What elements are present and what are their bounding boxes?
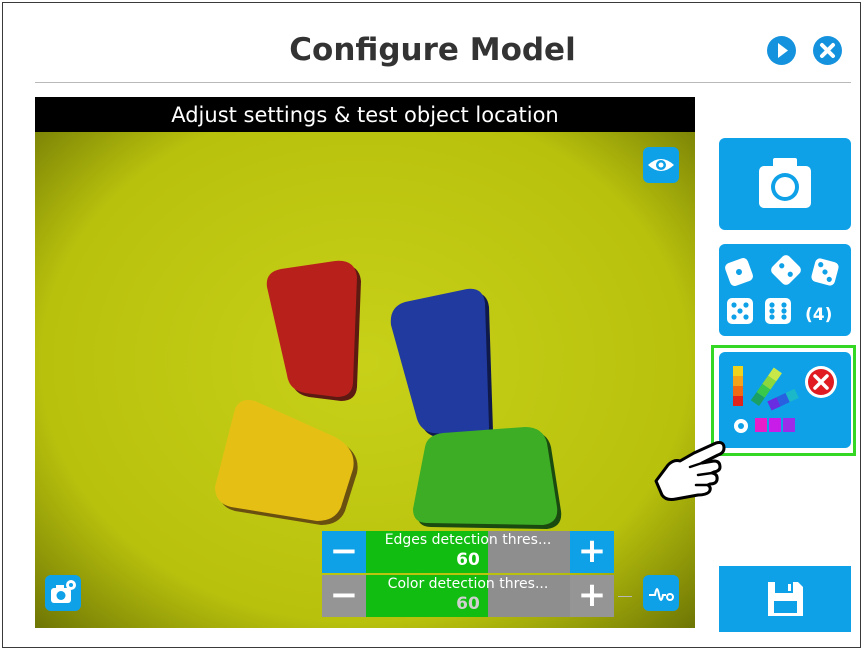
camera-view[interactable]: Adjust settings & test object location −…: [35, 97, 695, 628]
color-plus-button[interactable]: +: [570, 575, 614, 617]
signal-button[interactable]: [643, 575, 679, 611]
multi-object-button[interactable]: (4): [719, 244, 851, 336]
color-threshold-track[interactable]: Color detection thres... 60: [366, 575, 570, 617]
floppy-disk-icon: [768, 582, 803, 616]
view-caption: Adjust settings & test object location: [35, 97, 695, 132]
color-threshold-label: Color detection thres...: [387, 576, 549, 592]
close-button[interactable]: [813, 36, 842, 65]
separator-dash: [618, 596, 632, 597]
object-count: (4): [805, 305, 833, 325]
camera-icon: [759, 158, 811, 208]
color-palette-icon: [733, 366, 837, 433]
camera-settings-icon: [51, 580, 76, 603]
color-minus-button[interactable]: −: [322, 575, 366, 617]
color-threshold-control: − Color detection thres... 60 +: [322, 575, 614, 617]
edges-plus-button[interactable]: +: [570, 531, 614, 573]
page-title: Configure Model: [289, 32, 576, 68]
edges-threshold-control: − Edges detection thres... 60 +: [322, 531, 614, 573]
edges-threshold-track[interactable]: Edges detection thres... 60: [366, 531, 570, 573]
header-divider: [35, 82, 851, 83]
green-object: [413, 427, 562, 529]
capture-button[interactable]: [719, 138, 851, 230]
color-detection-button[interactable]: [719, 352, 851, 448]
save-button[interactable]: [719, 566, 851, 632]
pointing-hand-icon: [654, 441, 726, 501]
edges-threshold-label: Edges detection thres...: [384, 532, 552, 548]
toggle-view-button[interactable]: [643, 147, 679, 183]
edges-minus-button[interactable]: −: [322, 531, 366, 573]
eye-icon: [648, 159, 674, 171]
signal-icon: [649, 588, 674, 601]
camera-settings-button[interactable]: [45, 575, 81, 611]
close-icon: [820, 43, 835, 58]
color-threshold-value: 60: [456, 594, 480, 614]
play-icon: [778, 43, 788, 58]
play-button[interactable]: [767, 36, 796, 65]
edges-threshold-value: 60: [456, 550, 480, 570]
